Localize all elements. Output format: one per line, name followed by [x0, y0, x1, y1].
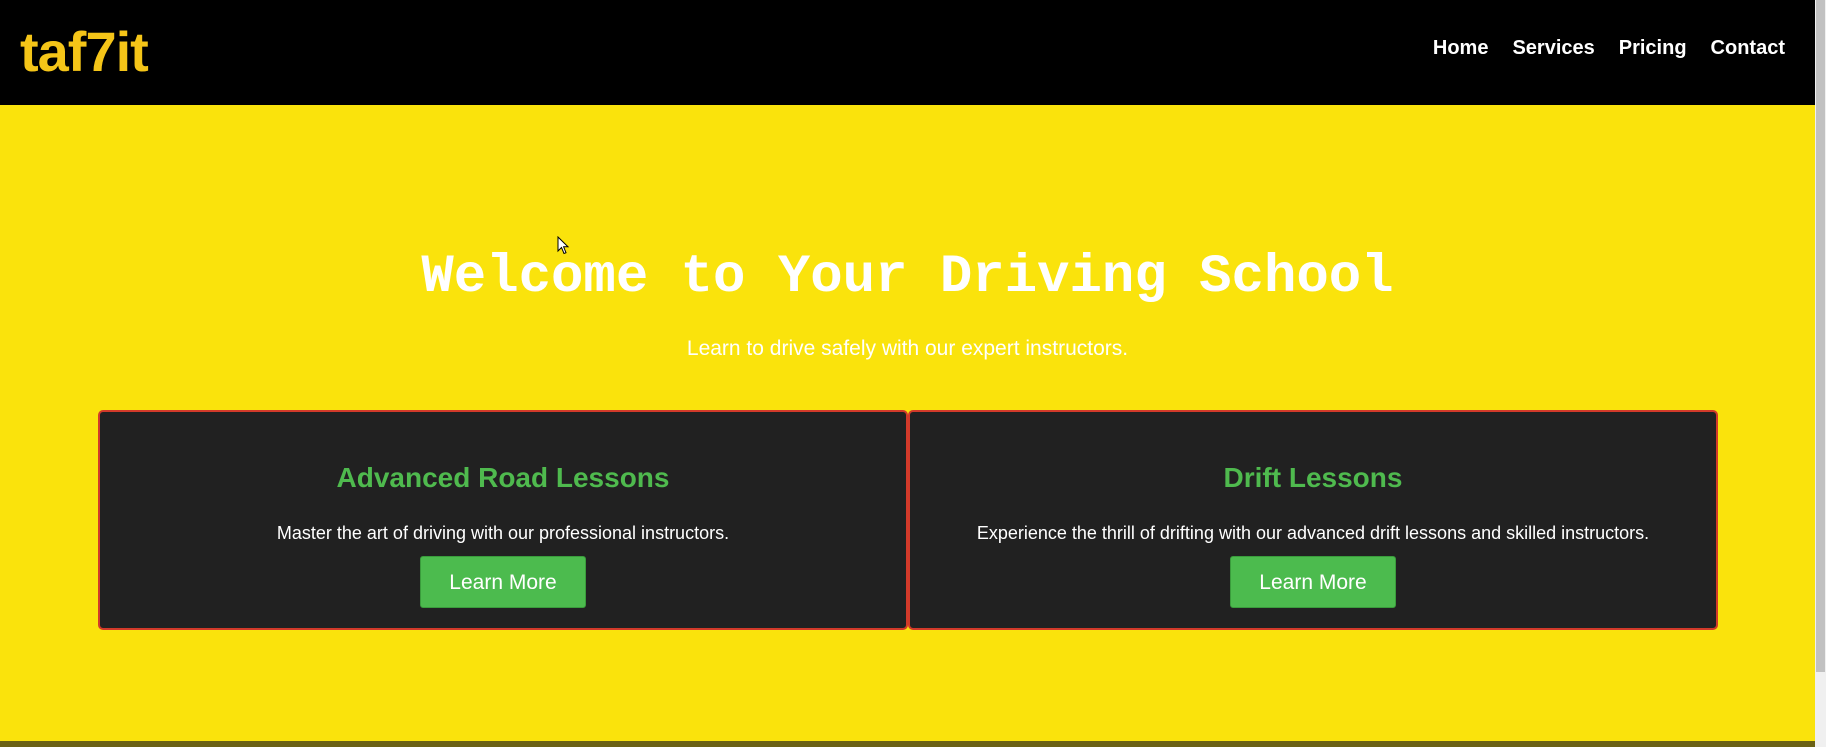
nav-link-services[interactable]: Services	[1512, 36, 1594, 60]
card-title: Advanced Road Lessons	[336, 462, 670, 493]
nav-link-pricing[interactable]: Pricing	[1619, 36, 1687, 60]
page: taf7it Home Services Pricing Contact Wel…	[0, 0, 1826, 747]
service-card-drift-lessons: Drift Lessons Experience the thrill of d…	[908, 410, 1718, 630]
nav-menu: Home Services Pricing Contact	[1433, 36, 1785, 60]
vertical-scrollbar[interactable]	[1815, 0, 1826, 747]
card-description: Master the art of driving with our profe…	[276, 523, 730, 543]
footer-edge	[0, 741, 1815, 747]
hero-title: Welcome to Your Driving School	[421, 247, 1394, 308]
nav-link-contact[interactable]: Contact	[1711, 36, 1785, 60]
hero-subtitle: Learn to drive safely with our expert in…	[686, 337, 1129, 360]
card-description: Experience the thrill of drifting with o…	[976, 523, 1650, 543]
navbar: taf7it Home Services Pricing Contact	[0, 0, 1815, 105]
nav-link-home[interactable]: Home	[1433, 36, 1489, 60]
learn-more-button[interactable]: Learn More	[420, 556, 586, 608]
mouse-pointer-icon	[557, 236, 570, 255]
learn-more-button[interactable]: Learn More	[1230, 556, 1396, 608]
site-logo[interactable]: taf7it	[20, 22, 149, 82]
service-card-road-lessons: Advanced Road Lessons Master the art of …	[98, 410, 908, 630]
card-title: Drift Lessons	[1223, 462, 1403, 493]
scrollbar-thumb[interactable]	[1816, 0, 1825, 672]
